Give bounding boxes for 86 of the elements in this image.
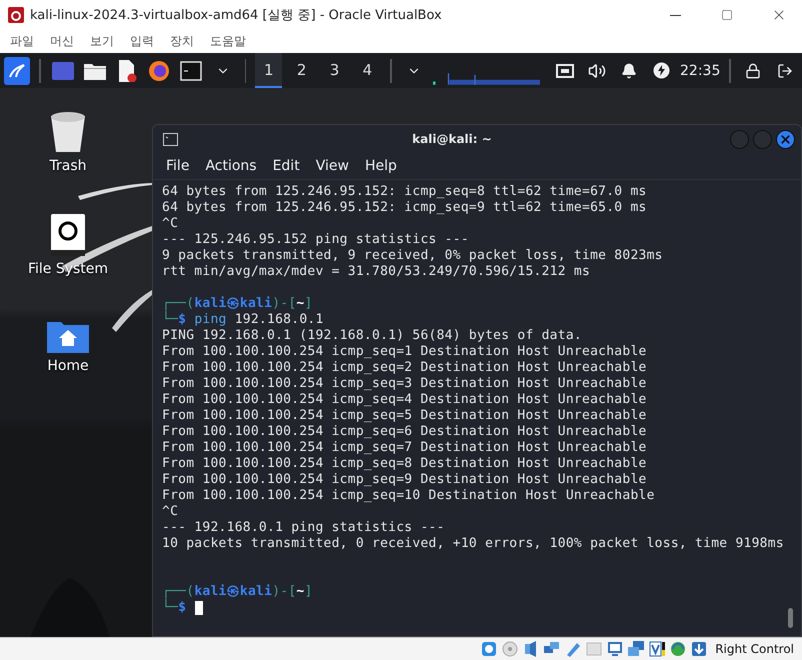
terminal-line: --- 192.168.0.1 ping statistics ---: [162, 520, 445, 536]
command-argument: 192.168.0.1: [234, 312, 324, 328]
lock-icon: [745, 62, 762, 78]
volume-icon: [588, 62, 606, 80]
desktop-icon-label[interactable]: Trash: [50, 158, 86, 174]
trash-icon: [49, 110, 87, 154]
menu-item[interactable]: 파일: [4, 33, 40, 50]
terminal-line: From 100.100.100.254 icmp_seq=4 Destination Host Unreachable: [162, 392, 647, 408]
menu-item[interactable]: View: [316, 158, 349, 174]
host-key-label: Right Control: [715, 642, 794, 656]
prompt-frame: ]: [304, 584, 313, 600]
desktop-icon-label[interactable]: File System: [28, 261, 108, 277]
globe-icon[interactable]: [669, 640, 688, 658]
maximize-icon: [721, 9, 733, 21]
folder-icon: [84, 62, 106, 80]
menu-item[interactable]: Actions: [205, 158, 257, 174]
workspace-tab[interactable]: 4: [354, 53, 381, 88]
terminal-line: From 100.100.100.254 icmp_seq=5 Destination Host Unreachable: [162, 408, 647, 424]
logout-icon: [777, 62, 794, 78]
terminal-line: From 100.100.100.254 icmp_seq=2 Destination Host Unreachable: [162, 360, 647, 376]
terminal-line: From 100.100.100.254 icmp_seq=7 Destination Host Unreachable: [162, 440, 647, 456]
drive-icon: [50, 213, 86, 257]
command-text: ping: [193, 312, 227, 328]
terminal-line: --- 125.246.95.152 ping statistics ---: [162, 232, 469, 248]
terminal-line: ^C: [162, 216, 178, 232]
display-icon[interactable]: [606, 640, 624, 658]
terminal-line: From 100.100.100.254 icmp_seq=9 Destination Host Unreachable: [162, 472, 647, 488]
download-icon[interactable]: [690, 640, 708, 658]
desktop-icon-label[interactable]: Home: [47, 358, 89, 374]
terminal-line: From 100.100.100.254 icmp_seq=8 Destination Host Unreachable: [162, 456, 647, 472]
prompt-directory: ~: [296, 584, 304, 600]
prompt-frame: └─: [162, 600, 178, 616]
document-icon: [116, 60, 137, 82]
menu-item[interactable]: 도움말: [204, 33, 252, 50]
terminal-line: From 100.100.100.254 icmp_seq=3 Destination Host Unreachable: [162, 376, 647, 392]
window-icon: [52, 62, 74, 80]
terminal-line: 10 packets transmitted, 0 received, +10 errors, 100% packet loss, time 9198ms: [162, 536, 784, 552]
cpu-graph-icon: [432, 72, 540, 86]
prompt-frame: )-[: [272, 296, 296, 312]
windows-stack-icon[interactable]: [627, 640, 646, 658]
terminal-line: 64 bytes from 125.246.95.152: icmp_seq=9 ttl=62 time=65.0 ms: [162, 200, 647, 216]
prompt-frame: ]: [304, 296, 313, 312]
prompt-user: kali㉿kali: [194, 584, 272, 600]
terminal-line: From 100.100.100.254 icmp_seq=1 Destination Host Unreachable: [162, 344, 647, 360]
browser-icon: [148, 60, 170, 82]
prompt-frame: )-[: [272, 584, 296, 600]
terminal-line: ^C: [162, 504, 178, 520]
prompt-user: kali㉿kali: [194, 296, 272, 312]
app-logo-icon: [8, 7, 24, 23]
menu-item[interactable]: 머신: [44, 33, 80, 50]
terminal-line: rtt min/avg/max/mdev = 31.780/53.249/70.596/15.212 ms: [162, 264, 590, 280]
minimize-icon: [670, 14, 680, 16]
prompt-frame: ┌──(: [162, 296, 194, 312]
menu-item[interactable]: Edit: [272, 158, 300, 174]
app-menu-button[interactable]: [4, 56, 30, 84]
terminal-line: From 100.100.100.254 icmp_seq=10 Destination Host Unreachable: [162, 488, 655, 504]
prompt-symbol: $: [178, 600, 186, 616]
workspace-tab[interactable]: 2: [288, 53, 316, 88]
bell-icon: [621, 62, 638, 78]
prompt-frame: ┌──(: [162, 584, 194, 600]
workspace-tab[interactable]: 3: [321, 53, 348, 88]
menu-item[interactable]: 장치: [164, 33, 200, 50]
workspace-tab[interactable]: 1: [255, 53, 282, 88]
v-chip-icon[interactable]: [648, 640, 666, 658]
menu-item[interactable]: 입력: [124, 33, 160, 50]
ethernet-icon: [556, 64, 574, 78]
terminal-line: 9 packets transmitted, 9 received, 0% packet loss, time 8023ms: [162, 248, 663, 264]
menu-item[interactable]: File: [166, 158, 190, 174]
menu-item[interactable]: Help: [364, 158, 397, 174]
prompt-symbol: $: [178, 312, 186, 328]
window-title: kali-linux-2024.3-virtualbox-amd64 [실행 중] - Oracle VirtualBox: [30, 7, 443, 24]
clock[interactable]: 22:35: [680, 62, 720, 78]
optical-disc-icon[interactable]: [501, 640, 520, 658]
terminal-line: PING 192.168.0.1 (192.168.0.1) 56(84) bytes of data.: [162, 328, 582, 344]
terminal-title: kali@kali: ~: [411, 132, 493, 146]
terminal-line: 64 bytes from 125.246.95.152: icmp_seq=8 ttl=62 time=67.0 ms: [162, 184, 647, 200]
close-button[interactable]: [776, 130, 795, 148]
scrollbar-thumb[interactable]: [788, 608, 793, 628]
menu-item[interactable]: 보기: [84, 33, 120, 50]
prompt-directory: ~: [296, 296, 304, 312]
prompt-frame: └─: [162, 312, 178, 328]
terminal-icon: [163, 132, 178, 146]
terminal-line: From 100.100.100.254 icmp_seq=6 Destination Host Unreachable: [162, 424, 647, 440]
lightning-icon: [652, 62, 670, 79]
close-icon: [779, 132, 792, 146]
terminal-icon: [180, 60, 202, 80]
